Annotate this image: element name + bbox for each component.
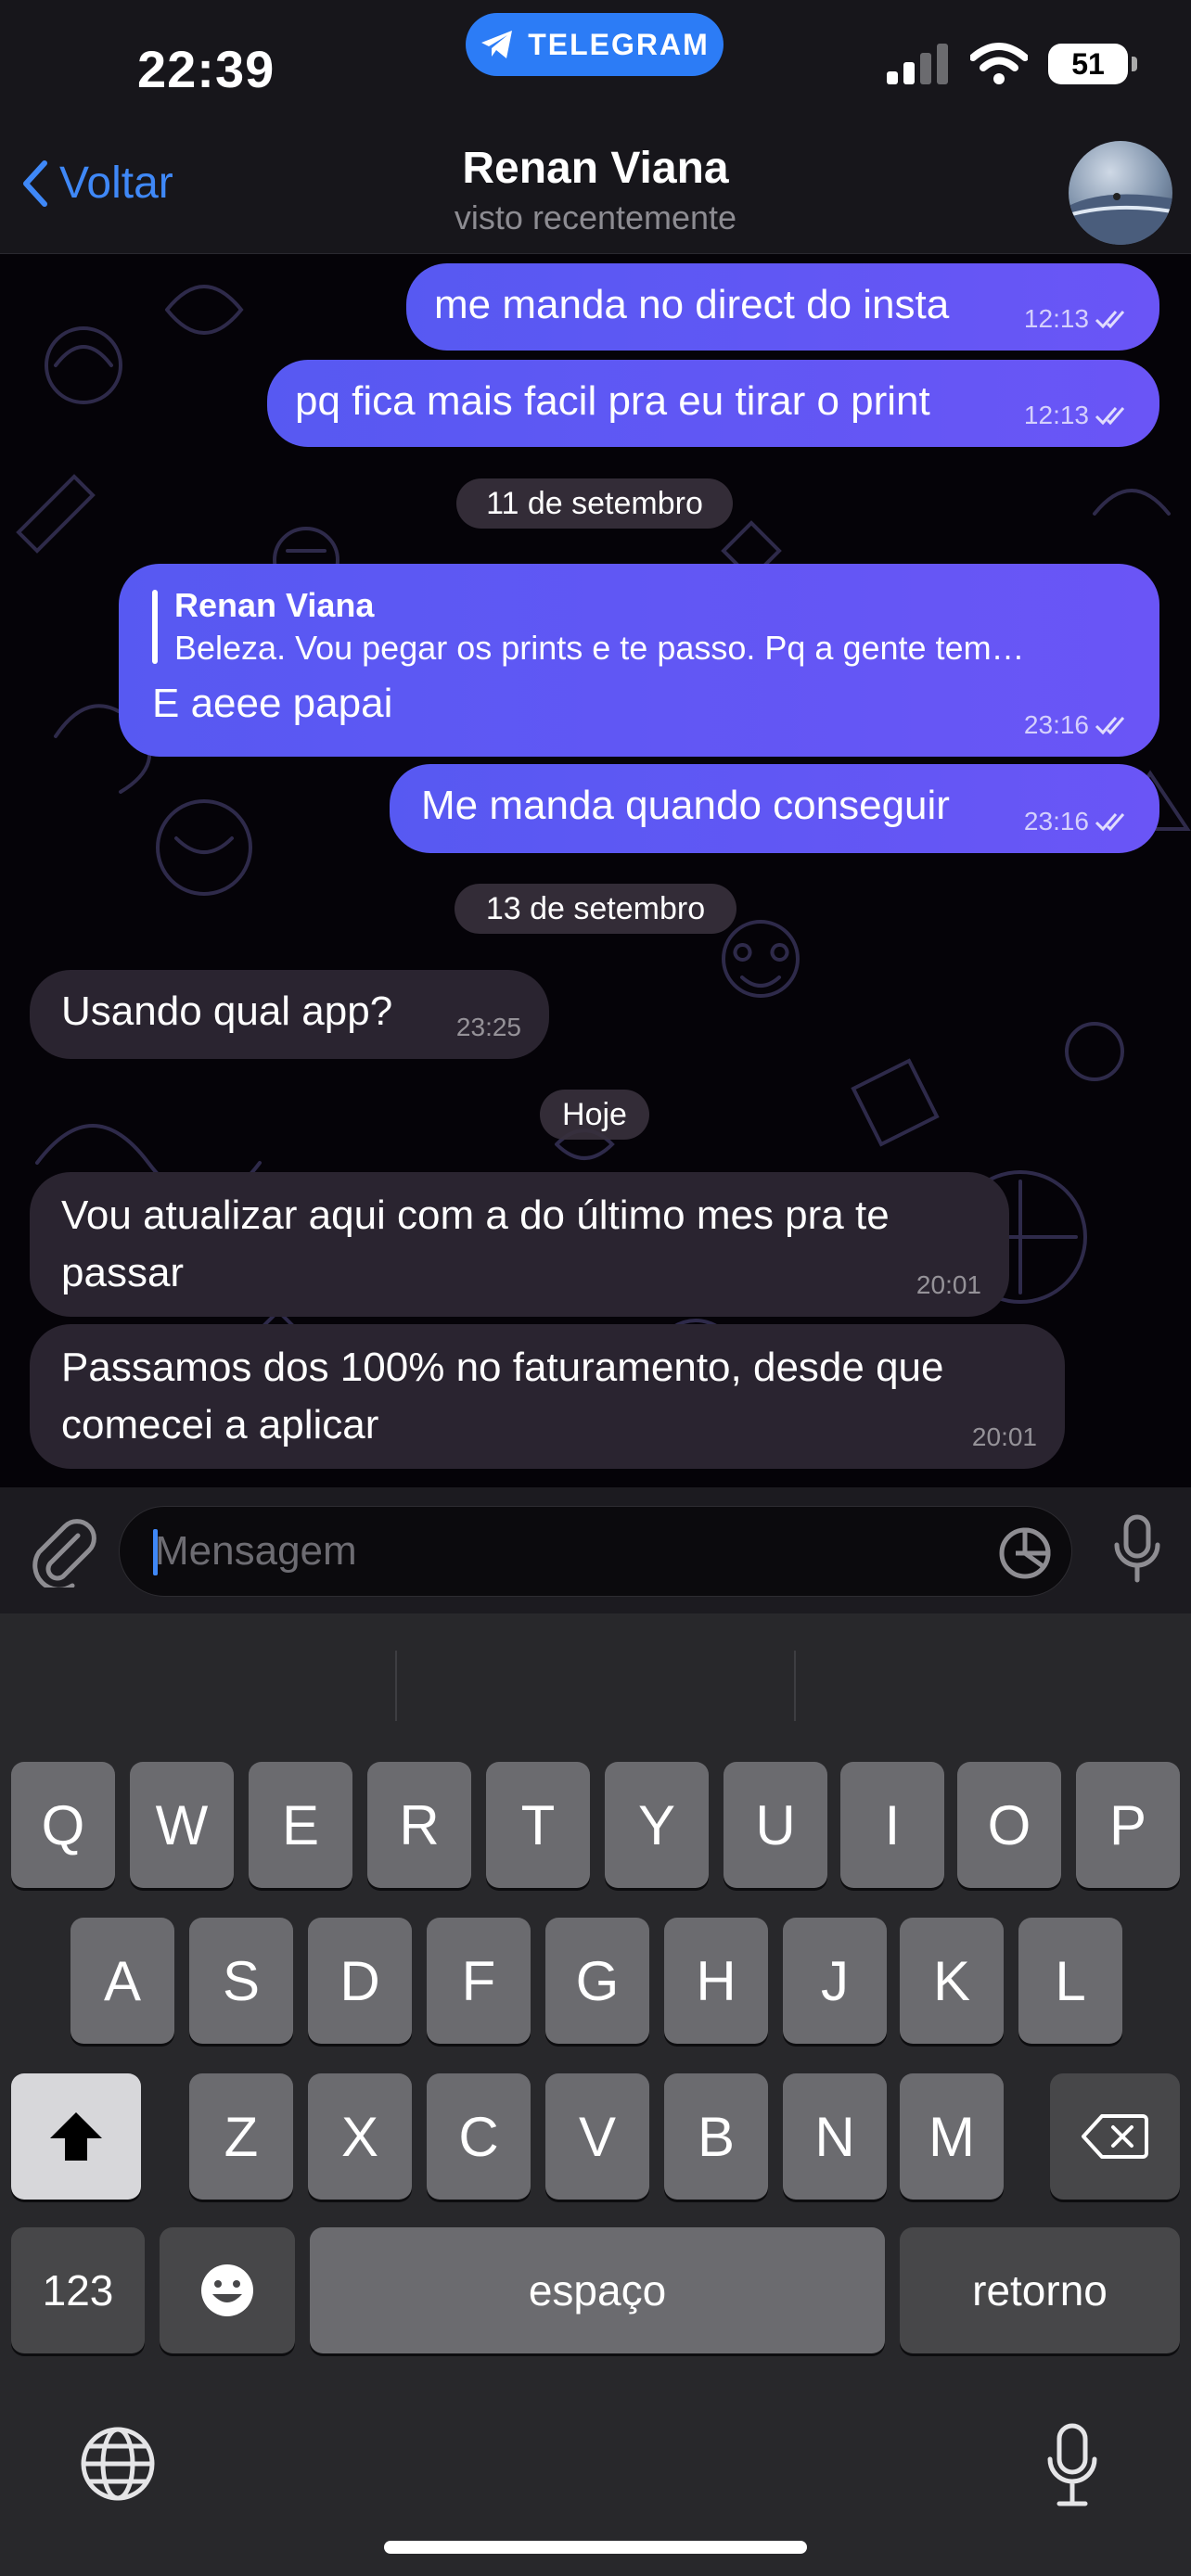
backspace-key[interactable] [1050,2073,1180,2200]
battery-icon: 51 [1048,44,1137,84]
key-n[interactable]: N [783,2073,887,2200]
message-input[interactable] [153,1507,988,1596]
telegram-icon [481,31,513,58]
avatar[interactable] [1069,141,1172,245]
key-l[interactable]: L [1018,1918,1122,2044]
message-time: 23:16 [1023,710,1089,739]
key-u[interactable]: U [724,1762,827,1888]
message-bubble-incoming[interactable]: Usando qual app? 23:25 [30,970,549,1059]
message-field[interactable] [119,1506,1072,1597]
home-indicator[interactable] [384,2541,807,2554]
message-text: pq fica mais facil pra eu tirar o print [295,378,930,424]
message-meta: 23:16 [1024,710,1132,740]
return-key[interactable]: retorno [900,2227,1180,2353]
shift-key[interactable] [11,2073,141,2200]
backspace-icon [1082,2114,1148,2159]
emoji-icon [201,2264,253,2316]
message-meta: 12:13 [1024,401,1132,430]
key-b[interactable]: B [664,2073,768,2200]
message-bubble-outgoing[interactable]: pq fica mais facil pra eu tirar o print … [267,360,1159,447]
message-text: Vou atualizar aqui com a do último mes p… [61,1192,890,1295]
message-meta: 12:13 [1024,304,1132,334]
message-time: 23:16 [1023,807,1089,835]
key-o[interactable]: O [957,1762,1061,1888]
status-icons: 51 [885,43,1137,85]
suggestion-divider [794,1651,796,1721]
emoji-key[interactable] [160,2227,295,2353]
key-w[interactable]: W [130,1762,234,1888]
message-text: Usando qual app? [61,988,393,1034]
shift-icon [50,2112,102,2161]
key-e[interactable]: E [249,1762,352,1888]
key-k[interactable]: K [900,1918,1004,2044]
space-key[interactable]: espaço [310,2227,885,2353]
message-bubble-incoming[interactable]: Vou atualizar aqui com a do último mes p… [30,1172,1009,1317]
key-r[interactable]: R [367,1762,471,1888]
date-chip: Hoje [540,1090,649,1140]
double-check-icon [1095,813,1125,832]
text-cursor [153,1529,158,1575]
numbers-key[interactable]: 123 [11,2227,145,2353]
key-i[interactable]: I [840,1762,944,1888]
keyboard: Q W E R T Y U I O P A S D F G H J K L Z … [0,1613,1191,2576]
attach-icon[interactable] [28,1515,96,1588]
key-m[interactable]: M [900,2073,1004,2200]
message-input-bar [0,1487,1191,1613]
reply-author: Renan Viana [174,586,375,624]
suggestion-divider [395,1651,397,1721]
double-check-icon [1095,311,1125,329]
key-v[interactable]: V [545,2073,649,2200]
key-g[interactable]: G [545,1918,649,2044]
key-q[interactable]: Q [11,1762,115,1888]
key-y[interactable]: Y [605,1762,709,1888]
message-text: E aeee papai [152,681,393,726]
contact-status: visto recentemente [454,198,737,236]
status-time: 22:39 [137,40,275,98]
key-d[interactable]: D [308,1918,412,2044]
globe-icon[interactable] [78,2424,158,2504]
chat-header: 22:39 TELEGRAM 51 Voltar Renan Viana vis… [0,0,1191,254]
wifi-icon [970,43,1028,84]
sticker-icon[interactable] [997,1525,1053,1581]
message-bubble-outgoing-reply[interactable]: Renan Viana Beleza. Vou pegar os prints … [119,564,1159,757]
message-meta: 23:25 [456,1013,521,1042]
message-bubble-outgoing[interactable]: Me manda quando conseguir 23:16 [390,764,1159,853]
key-t[interactable]: T [486,1762,590,1888]
key-p[interactable]: P [1076,1762,1180,1888]
reply-quote[interactable]: Renan Viana Beleza. Vou pegar os prints … [152,584,1126,670]
telegram-pill[interactable]: TELEGRAM [466,13,724,76]
message-meta: 23:16 [1024,807,1132,836]
key-h[interactable]: H [664,1918,768,2044]
message-time: 20:01 [971,1422,1037,1451]
message-time: 23:25 [455,1013,521,1041]
key-a[interactable]: A [70,1918,174,2044]
date-chip: 11 de setembro [456,478,733,529]
message-time: 12:13 [1023,304,1089,333]
double-check-icon [1095,717,1125,735]
microphone-icon[interactable] [1111,1513,1163,1584]
message-time: 20:01 [916,1270,981,1299]
message-meta: 20:01 [916,1270,981,1300]
key-z[interactable]: Z [189,2073,293,2200]
avatar-image [1069,193,1172,245]
key-s[interactable]: S [189,1918,293,2044]
date-chip: 13 de setembro [455,884,736,934]
message-bubble-incoming[interactable]: Passamos dos 100% no faturamento, desde … [30,1324,1065,1469]
message-meta: 20:01 [972,1422,1037,1452]
key-f[interactable]: F [427,1918,531,2044]
message-text: Me manda quando conseguir [421,783,950,828]
key-j[interactable]: J [783,1918,887,2044]
key-x[interactable]: X [308,2073,412,2200]
contact-name[interactable]: Renan Viana [0,143,1191,194]
signal-icon [887,44,948,84]
message-bubble-outgoing[interactable]: me manda no direct do insta 12:13 [406,263,1159,351]
key-c[interactable]: C [427,2073,531,2200]
telegram-pill-label: TELEGRAM [528,27,710,61]
dictation-icon[interactable] [1044,2422,1100,2507]
reply-excerpt: Beleza. Vou pegar os prints e te passo. … [174,629,1025,667]
message-text: Passamos dos 100% no faturamento, desde … [61,1345,944,1447]
double-check-icon [1095,407,1125,426]
message-time: 12:13 [1023,401,1089,429]
